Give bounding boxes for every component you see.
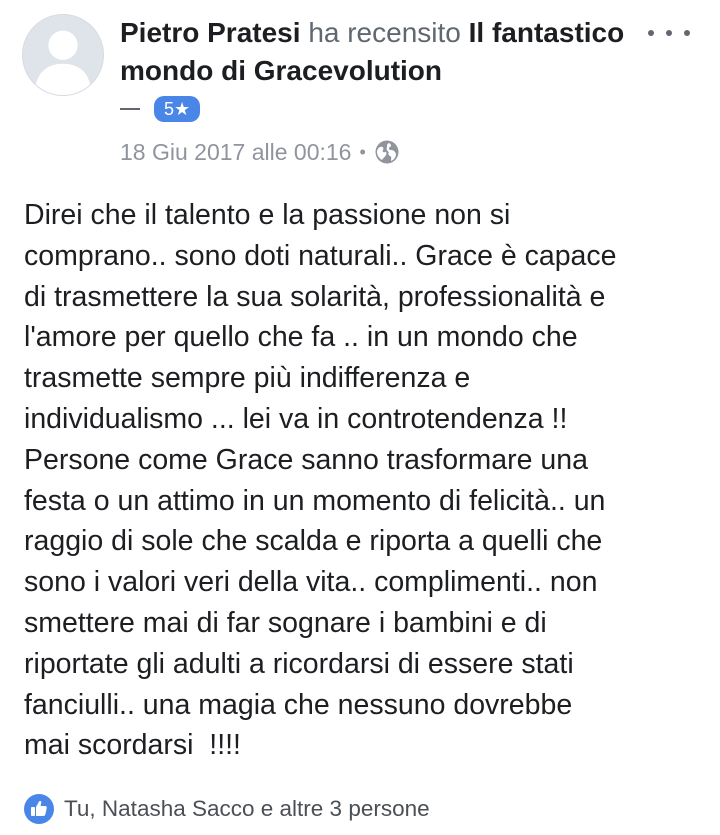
more-dot-icon	[684, 30, 690, 36]
meta-separator: •	[359, 141, 366, 162]
post-meta: 18 Giu 2017 alle 00:16 •	[120, 136, 400, 168]
author-name[interactable]: Pietro Pratesi	[120, 17, 301, 48]
dash-separator	[120, 108, 140, 110]
more-dot-icon	[648, 30, 654, 36]
review-text: Direi che il talento e la passione non s…	[24, 199, 617, 762]
reactions-text: Tu, Natasha Sacco e altre 3 persone	[64, 796, 430, 821]
post-timestamp[interactable]: 18 Giu 2017 alle 00:16	[120, 139, 351, 166]
reactions-summary[interactable]: Tu, Natasha Sacco e altre 3 persone	[24, 792, 430, 826]
default-user-icon	[23, 15, 103, 95]
rating-line: 5★	[120, 94, 201, 124]
post-header: Pietro Pratesi ha recensito Il fantastic…	[120, 14, 640, 90]
more-options-button[interactable]	[648, 24, 690, 42]
like-icon	[24, 794, 54, 824]
review-verb: ha recensito	[308, 17, 461, 48]
more-dot-icon	[666, 30, 672, 36]
avatar[interactable]	[22, 14, 104, 96]
globe-icon[interactable]	[374, 139, 400, 165]
rating-badge: 5★	[154, 96, 201, 122]
review-post: Pietro Pratesi ha recensito Il fantastic…	[0, 0, 720, 835]
